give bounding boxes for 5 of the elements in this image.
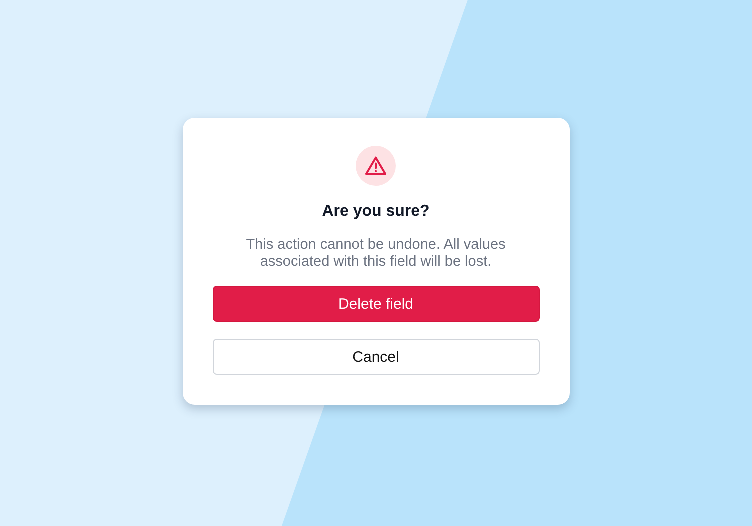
warning-icon bbox=[365, 156, 387, 176]
dialog-message: This action cannot be undone. All values associated with this field will be lost. bbox=[245, 237, 507, 271]
cancel-button[interactable]: Cancel bbox=[212, 339, 540, 375]
delete-button[interactable]: Delete field bbox=[212, 286, 540, 322]
dialog-title: Are you sure? bbox=[322, 202, 430, 222]
